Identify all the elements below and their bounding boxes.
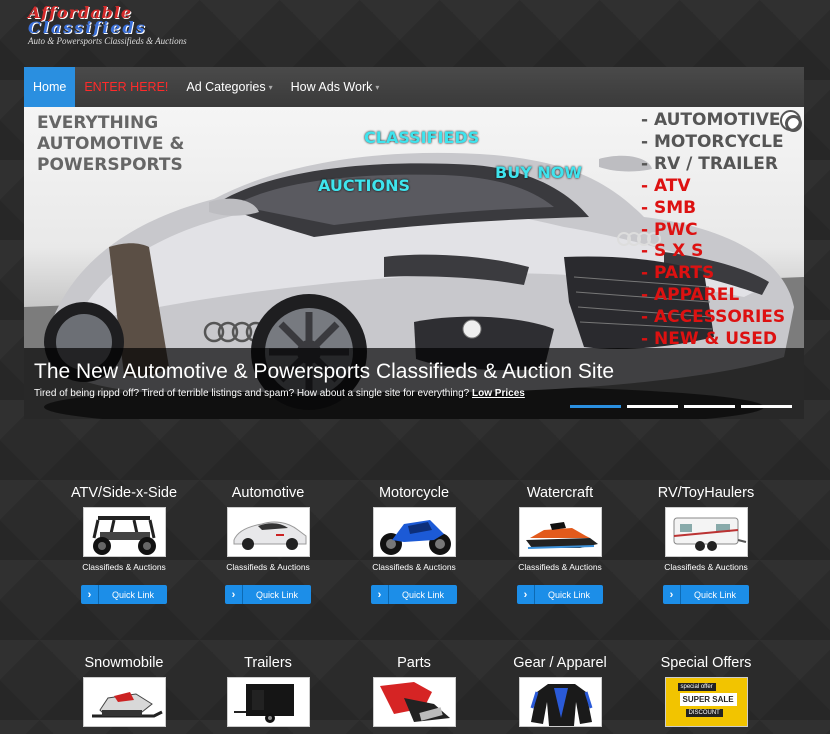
sale-bottom-text: DISCOUNT bbox=[685, 709, 723, 717]
category-title[interactable]: Gear / Apparel bbox=[487, 653, 633, 673]
riding-jacket-image[interactable] bbox=[518, 677, 602, 727]
banner-category-item: - MOTORCYCLE bbox=[641, 131, 784, 152]
quick-link-button[interactable]: › Quick Link bbox=[663, 585, 749, 604]
sale-main-text: SUPER SALE bbox=[679, 693, 737, 706]
nav-home-label: Home bbox=[33, 80, 67, 94]
category-card: ATV/Side-x-Side Classifieds & Auctions › Qu… bbox=[51, 483, 197, 604]
quick-link-button[interactable]: › Quick Link bbox=[517, 585, 603, 604]
slider-pause-icon[interactable] bbox=[780, 110, 802, 132]
caption-text: Tired of being rippd off? Tired of terri… bbox=[34, 388, 525, 399]
banner-classifieds: CLASSIFIEDS bbox=[364, 128, 480, 147]
nav-ad-categories-label: Ad Categories bbox=[186, 80, 266, 94]
nav-ad-categories[interactable]: Ad Categories ▾ bbox=[177, 67, 281, 107]
nav-how-ads-work[interactable]: How Ads Work ▾ bbox=[282, 67, 389, 107]
nav-enter-here[interactable]: ENTER HERE! bbox=[75, 67, 177, 107]
banner-category-item: - PARTS bbox=[641, 263, 715, 284]
quick-link-button[interactable]: › Quick Link bbox=[81, 585, 167, 604]
motorcycle-image[interactable] bbox=[372, 507, 456, 557]
chevron-right-icon: › bbox=[81, 585, 99, 604]
slider-dot[interactable] bbox=[627, 405, 678, 408]
category-title[interactable]: RV/ToyHaulers bbox=[633, 483, 779, 503]
slider-dot[interactable] bbox=[570, 405, 621, 408]
chevron-down-icon: ▾ bbox=[268, 82, 273, 92]
quick-link-button[interactable]: › Quick Link bbox=[225, 585, 311, 604]
snowmobile-image[interactable] bbox=[82, 677, 166, 727]
slider-caption: The New Automotive & Powersports Classif… bbox=[24, 348, 804, 419]
banner-line-1: EVERYTHING bbox=[37, 113, 159, 133]
category-title[interactable]: Snowmobile bbox=[51, 653, 197, 673]
rv-trailer-image[interactable] bbox=[664, 507, 748, 557]
nav-how-ads-work-label: How Ads Work bbox=[290, 80, 373, 94]
category-title[interactable]: Watercraft bbox=[487, 483, 633, 503]
nav-home[interactable]: Home bbox=[24, 67, 76, 107]
chevron-right-icon: › bbox=[371, 585, 389, 604]
category-title[interactable]: Motorcycle bbox=[341, 483, 487, 503]
category-subtitle: Classifieds & Auctions bbox=[226, 562, 310, 572]
category-subtitle: Classifieds & Auctions bbox=[82, 562, 166, 572]
hero-slider[interactable]: EVERYTHING AUTOMOTIVE & POWERSPORTS CLAS… bbox=[24, 107, 804, 419]
banner-auctions: AUCTIONS bbox=[318, 176, 411, 195]
quick-link-label: Quick Link bbox=[693, 589, 737, 600]
category-card: Snowmobile bbox=[51, 653, 197, 727]
quick-link-label: Quick Link bbox=[111, 589, 155, 600]
category-title[interactable]: Automotive bbox=[195, 483, 341, 503]
nav-enter-here-label: ENTER HERE! bbox=[84, 80, 169, 94]
category-card: Watercraft Classifieds & Auctions › Quick L… bbox=[487, 483, 633, 604]
exhaust-part-image[interactable] bbox=[372, 677, 456, 727]
category-card: Special Offers special offer SUPER SALE DIS… bbox=[633, 653, 779, 727]
category-card: Parts bbox=[341, 653, 487, 727]
chevron-right-icon: › bbox=[517, 585, 535, 604]
banner-category-item: - S X S bbox=[641, 241, 704, 262]
sports-car-image[interactable] bbox=[226, 507, 310, 557]
low-prices-link[interactable]: Low Prices bbox=[472, 388, 525, 399]
cargo-trailer-image[interactable] bbox=[226, 677, 310, 727]
chevron-right-icon: › bbox=[663, 585, 681, 604]
quick-link-label: Quick Link bbox=[255, 589, 299, 600]
slider-dot[interactable] bbox=[741, 405, 792, 408]
category-card: RV/ToyHaulers Classifieds & Auctions › Quic… bbox=[633, 483, 779, 604]
quick-link-button[interactable]: › Quick Link bbox=[371, 585, 457, 604]
category-card: Gear / Apparel bbox=[487, 653, 633, 727]
banner-category-item: - ATV bbox=[641, 175, 691, 196]
jet-ski-image[interactable] bbox=[518, 507, 602, 557]
banner-line-3: POWERSPORTS bbox=[37, 155, 183, 175]
banner-category-list: - AUTOMOTIVE - MOTORCYCLE - RV / TRAILER - … bbox=[641, 110, 785, 351]
banner-category-item: - AUTOMOTIVE bbox=[641, 110, 781, 130]
caption-title: The New Automotive & Powersports Classif… bbox=[34, 360, 615, 383]
utv-image[interactable] bbox=[82, 507, 166, 557]
chevron-right-icon: › bbox=[225, 585, 243, 604]
category-title[interactable]: Parts bbox=[341, 653, 487, 673]
banner-category-item: - ACCESSORIES bbox=[641, 307, 786, 328]
main-nav: Home ENTER HERE! Ad Categories ▾ How Ads… bbox=[24, 67, 804, 107]
category-title[interactable]: ATV/Side-x-Side bbox=[51, 483, 197, 503]
banner-category-item: - PWC bbox=[641, 219, 698, 240]
quick-link-label: Quick Link bbox=[401, 589, 445, 600]
category-subtitle: Classifieds & Auctions bbox=[372, 562, 456, 572]
sale-top-text: special offer bbox=[677, 683, 716, 691]
banner-category-item: - APPAREL bbox=[641, 285, 740, 306]
logo-line-2: Classifieds bbox=[28, 18, 147, 37]
caption-text-body: Tired of being rippd off? Tired of terri… bbox=[34, 388, 470, 399]
site-logo[interactable]: Affordable Classifieds Auto & Powersport… bbox=[28, 5, 228, 54]
category-card: Trailers bbox=[195, 653, 341, 727]
category-subtitle: Classifieds & Auctions bbox=[664, 562, 748, 572]
category-title[interactable]: Trailers bbox=[195, 653, 341, 673]
banner-category-item: - SMB bbox=[641, 197, 697, 218]
category-card: Motorcycle Classifieds & Auctions › Quick L… bbox=[341, 483, 487, 604]
chevron-down-icon: ▾ bbox=[375, 82, 380, 92]
category-subtitle: Classifieds & Auctions bbox=[518, 562, 602, 572]
banner-category-item: - RV / TRAILER bbox=[641, 153, 778, 174]
banner-everything-text: EVERYTHING AUTOMOTIVE & POWERSPORTS bbox=[37, 113, 184, 176]
logo-tagline: Auto & Powersports Classifieds & Auction… bbox=[28, 36, 187, 46]
super-sale-image[interactable]: special offer SUPER SALE DISCOUNT bbox=[664, 677, 748, 727]
slider-dot[interactable] bbox=[684, 405, 735, 408]
category-title[interactable]: Special Offers bbox=[633, 653, 779, 673]
banner-line-2: AUTOMOTIVE & bbox=[37, 134, 185, 154]
quick-link-label: Quick Link bbox=[547, 589, 591, 600]
slider-pager bbox=[570, 405, 792, 408]
banner-buy-now: BUY NOW bbox=[495, 163, 582, 182]
category-card: Automotive Classifieds & Auctions › Quick L… bbox=[195, 483, 341, 604]
